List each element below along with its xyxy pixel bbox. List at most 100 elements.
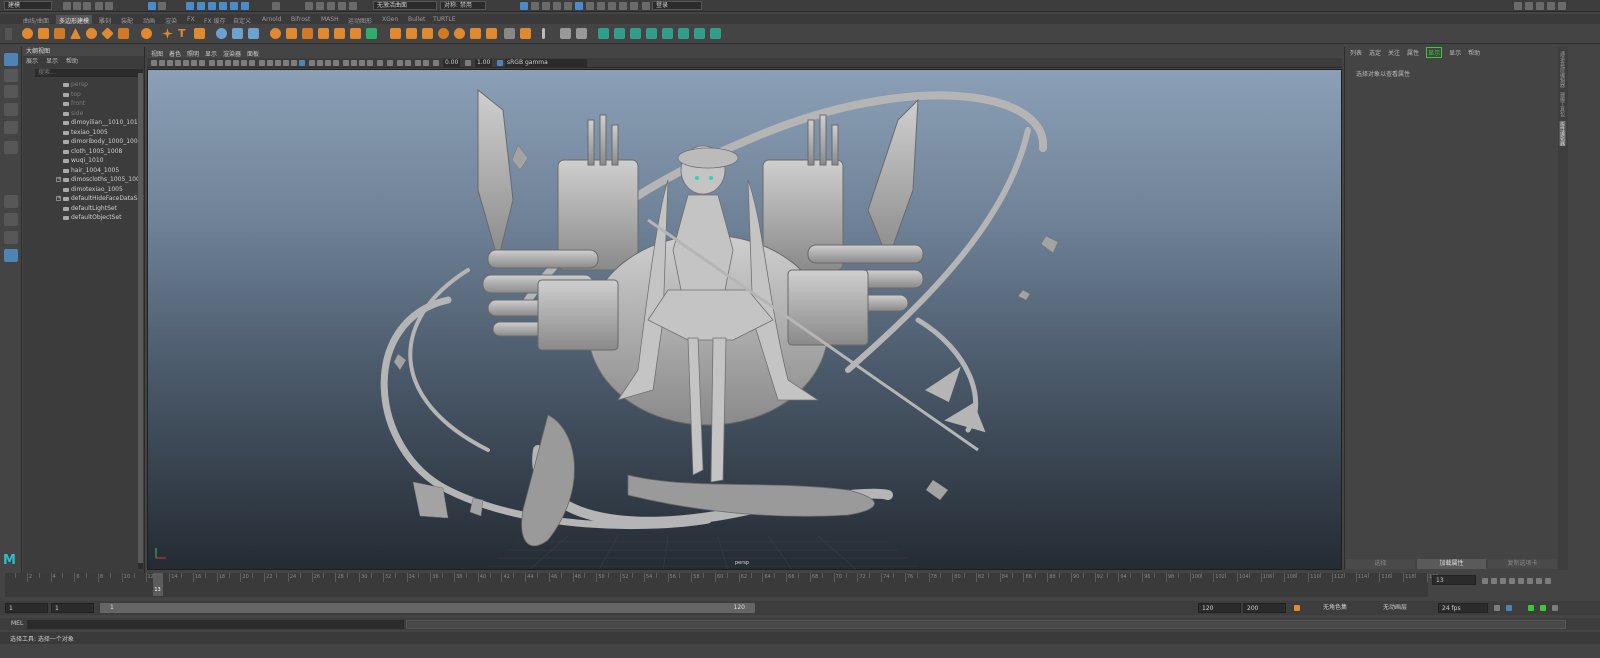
wireframe-on-shaded-icon[interactable]	[275, 60, 281, 66]
user-icon[interactable]	[642, 2, 650, 10]
select-mask-3-icon[interactable]	[208, 2, 216, 10]
fill-hole-icon[interactable]	[406, 28, 417, 39]
snap-surface-icon[interactable]	[349, 2, 357, 10]
outliner-menu-help[interactable]: 帮助	[66, 56, 78, 65]
boolean-diff-icon[interactable]	[286, 28, 297, 39]
cleanup-icon[interactable]	[646, 28, 657, 39]
shelf-tab-bullet[interactable]: Bullet	[405, 15, 428, 24]
gamma-icon[interactable]	[465, 60, 471, 66]
four-view-layout-icon[interactable]	[4, 213, 18, 226]
shelf-tab-arnold[interactable]: Arnold	[259, 15, 284, 24]
poly-cylinder-icon[interactable]	[54, 28, 65, 39]
current-frame-marker[interactable]: 13	[153, 573, 164, 596]
field-chart-icon[interactable]	[233, 60, 239, 66]
side-tab-attribute-editor[interactable]: 属性编辑器	[1559, 120, 1566, 146]
outliner-menu-show[interactable]: 显示	[46, 56, 58, 65]
reduce-icon[interactable]	[630, 28, 641, 39]
colorspace-dropdown[interactable]: sRGB gamma	[505, 59, 587, 67]
outliner-item[interactable]: dimoyilian__1010_1013	[23, 118, 143, 128]
arnold-stop-icon[interactable]	[619, 2, 627, 10]
xray-components-icon[interactable]	[367, 60, 373, 66]
multisample-icon[interactable]	[325, 60, 331, 66]
symmetry-dropdown[interactable]: 对称: 禁用	[440, 1, 486, 10]
uv-layout-icon[interactable]	[576, 28, 587, 39]
modeling-toolkit-icon[interactable]	[1514, 2, 1522, 10]
attribute-editor-toggle-icon[interactable]	[1525, 2, 1533, 10]
quad-draw-icon[interactable]	[520, 28, 531, 39]
color-management-icon[interactable]	[497, 60, 503, 66]
save-scene-icon[interactable]	[83, 2, 91, 10]
outliner-item[interactable]: side	[23, 109, 143, 119]
outliner-scrollbar[interactable]	[138, 69, 143, 569]
gate-mask-icon[interactable]	[225, 60, 231, 66]
loop-icon[interactable]	[1494, 605, 1500, 611]
exposure-icon[interactable]	[433, 60, 439, 66]
go-to-start-icon[interactable]	[1482, 578, 1488, 584]
viewport-menu-lighting[interactable]: 照明	[187, 49, 199, 58]
ae-menu-attributes[interactable]: 属性	[1407, 48, 1419, 57]
outliner-search-input[interactable]: 搜索...	[35, 69, 139, 77]
snap-grid-icon[interactable]	[305, 2, 313, 10]
ae-menu-focus[interactable]: 关注	[1388, 48, 1400, 57]
outliner-item[interactable]: persp	[23, 80, 143, 90]
component-display-icon[interactable]	[415, 60, 421, 66]
step-back-frame-icon[interactable]	[1500, 578, 1506, 584]
poly-disc-icon[interactable]	[118, 28, 129, 39]
select-mask-6-icon[interactable]	[241, 2, 249, 10]
poly-cone-icon[interactable]	[70, 28, 81, 39]
screen-space-ao-icon[interactable]	[309, 60, 315, 66]
ae-menu-show-highlighted[interactable]: 显示	[1426, 46, 1443, 58]
multi-cut-icon[interactable]	[438, 28, 449, 39]
playback-end-field[interactable]: 120	[1198, 603, 1241, 613]
lasso-tool-icon[interactable]	[4, 69, 18, 82]
select-mask-4-icon[interactable]	[219, 2, 227, 10]
mirror-icon[interactable]	[302, 28, 313, 39]
bridge-icon[interactable]	[334, 28, 345, 39]
select-by-object-icon[interactable]	[158, 2, 166, 10]
viewport-menu-view[interactable]: 视图	[151, 49, 163, 58]
hypershade-icon[interactable]	[564, 2, 572, 10]
command-language-label[interactable]: MEL	[11, 620, 23, 627]
outliner-item[interactable]: top	[23, 90, 143, 100]
command-input[interactable]	[27, 620, 404, 629]
arnold-render-icon[interactable]	[597, 2, 605, 10]
expand-icon[interactable]: +	[56, 177, 61, 182]
new-scene-icon[interactable]	[63, 2, 71, 10]
ae-copy-tab-button[interactable]: 复制选项卡	[1488, 559, 1557, 569]
ae-menu-list[interactable]: 列表	[1350, 48, 1362, 57]
viewport-menu-shading[interactable]: 着色	[169, 49, 181, 58]
film-gate-icon[interactable]	[209, 60, 215, 66]
use-all-lights-icon[interactable]	[291, 60, 297, 66]
bake-icon[interactable]	[598, 28, 609, 39]
outliner-item[interactable]: hair_1004_1005	[23, 166, 143, 176]
step-forward-frame-icon[interactable]	[1527, 578, 1533, 584]
append-polygon-icon[interactable]	[390, 28, 401, 39]
outliner-item[interactable]: dimoribody_1000_1003	[23, 137, 143, 147]
arnold-snapshot-icon[interactable]	[630, 2, 638, 10]
move-tool-icon[interactable]	[4, 103, 18, 116]
hud-icon[interactable]	[397, 60, 403, 66]
image-plane-icon[interactable]	[175, 60, 181, 66]
outliner-item[interactable]: + defaultHideFaceDataSet	[23, 194, 144, 204]
edge-loop-icon[interactable]	[454, 28, 465, 39]
sculpt-icon[interactable]	[162, 28, 173, 39]
outliner-item[interactable]: cloth_1005_1008	[23, 147, 143, 157]
menu-set-dropdown[interactable]: 建模	[4, 1, 52, 10]
perspective-viewport[interactable]: persp	[147, 69, 1342, 570]
super-shape-icon[interactable]	[141, 28, 152, 39]
soft-edge-icon[interactable]	[662, 28, 673, 39]
gamma-field[interactable]: 1.00	[475, 59, 493, 67]
grease-pencil-icon[interactable]	[191, 60, 197, 66]
expand-icon[interactable]: +	[56, 196, 61, 201]
render-icon[interactable]	[531, 2, 539, 10]
viewport-menu-panels[interactable]: 面板	[247, 49, 259, 58]
channel-box-icon[interactable]	[1547, 2, 1555, 10]
merge-icon[interactable]	[486, 28, 497, 39]
shelf-tab-mash[interactable]: MASH	[318, 15, 342, 24]
time-slider[interactable]: 2 4 6 8 10 12 14 16 18 20 22 24 26 28 30 32 34 36 38 40 42 44…	[5, 573, 1438, 597]
boolean-union-icon[interactable]	[270, 28, 281, 39]
select-tool-icon[interactable]	[4, 53, 18, 66]
snap-point-icon[interactable]	[327, 2, 335, 10]
bevel-icon[interactable]	[366, 28, 377, 39]
vertex-display-icon[interactable]	[423, 60, 429, 66]
